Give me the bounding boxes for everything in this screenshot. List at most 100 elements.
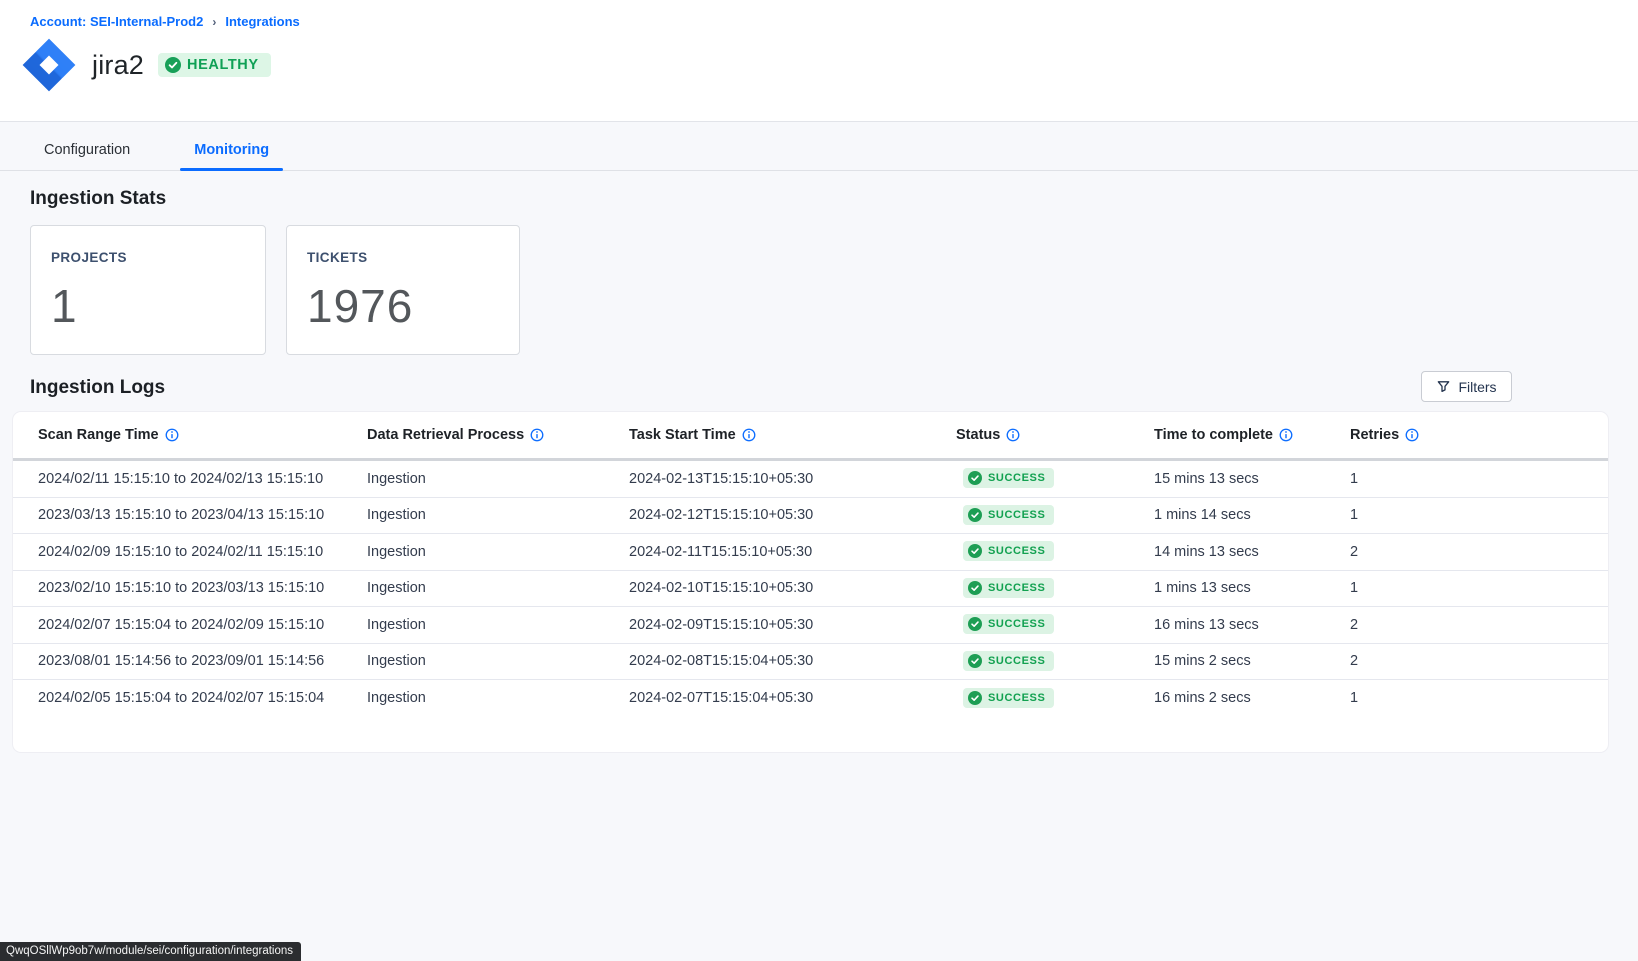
info-icon[interactable] [742,428,756,442]
check-circle-icon [968,691,982,705]
column-label: Status [956,427,1000,443]
cell-task-start-time: 2024-02-10T15:15:10+05:30 [629,580,956,596]
info-icon[interactable] [165,428,179,442]
check-circle-icon [968,581,982,595]
cell-status: SUCCESS [956,614,1154,635]
cell-time-to-complete: 1 mins 13 secs [1154,580,1350,596]
status-badge: SUCCESS [963,505,1054,525]
table-row[interactable]: 2024/02/05 15:15:04 to 2024/02/07 15:15:… [13,680,1608,717]
column-label: Data Retrieval Process [367,427,524,443]
status-badge-label: SUCCESS [988,655,1045,667]
filters-button[interactable]: Filters [1421,371,1512,402]
info-icon[interactable] [1279,428,1293,442]
info-icon[interactable] [1006,428,1020,442]
cell-retries: 1 [1350,580,1608,596]
status-badge: SUCCESS [963,578,1054,598]
column-header-status: Status [956,427,1154,443]
stat-card-projects: PROJECTS 1 [30,225,266,355]
cell-status: SUCCESS [956,578,1154,599]
cell-time-to-complete: 16 mins 13 secs [1154,617,1350,633]
check-circle-icon [968,544,982,558]
page-title: jira2 [92,50,144,81]
cell-task-start-time: 2024-02-13T15:15:10+05:30 [629,471,956,487]
cell-status: SUCCESS [956,541,1154,562]
check-circle-icon [968,508,982,522]
tab-monitoring[interactable]: Monitoring [180,132,283,170]
info-icon[interactable] [530,428,544,442]
cell-data-retrieval-process: Ingestion [367,471,629,487]
stat-label-projects: PROJECTS [51,250,245,265]
cell-data-retrieval-process: Ingestion [367,617,629,633]
table-body: 2024/02/11 15:15:10 to 2024/02/13 15:15:… [13,461,1608,717]
table-row[interactable]: 2023/08/01 15:14:56 to 2023/09/01 15:14:… [13,644,1608,681]
cell-scan-range-time: 2023/02/10 15:15:10 to 2023/03/13 15:15:… [38,580,367,596]
cell-time-to-complete: 14 mins 13 secs [1154,544,1350,560]
cell-scan-range-time: 2023/08/01 15:14:56 to 2023/09/01 15:14:… [38,653,367,669]
stat-card-tickets: TICKETS 1976 [286,225,520,355]
stat-label-tickets: TICKETS [307,250,499,265]
status-badge: SUCCESS [963,651,1054,671]
status-badge-label: SUCCESS [988,692,1045,704]
cell-retries: 1 [1350,471,1608,487]
table-row[interactable]: 2023/02/10 15:15:10 to 2023/03/13 15:15:… [13,571,1608,608]
cell-retries: 1 [1350,690,1608,706]
tabs-bar: Configuration Monitoring [0,131,1638,171]
link-preview-status-bar: QwqOSllWp9ob7w/module/sei/configuration/… [0,942,301,961]
cell-scan-range-time: 2024/02/05 15:15:04 to 2024/02/07 15:15:… [38,690,367,706]
cell-retries: 2 [1350,544,1608,560]
ingestion-stats-title: Ingestion Stats [30,188,166,210]
cell-scan-range-time: 2024/02/11 15:15:10 to 2024/02/13 15:15:… [38,471,367,487]
status-badge-label: SUCCESS [988,509,1045,521]
breadcrumb-chevron-icon: › [212,15,216,29]
cell-status: SUCCESS [956,468,1154,489]
breadcrumb-account-link[interactable]: Account: SEI-Internal-Prod2 [30,14,203,29]
column-label: Retries [1350,427,1399,443]
column-header-scan-range: Scan Range Time [38,427,367,443]
info-icon[interactable] [1405,428,1419,442]
health-status-badge: HEALTHY [158,53,271,77]
table-row[interactable]: 2024/02/07 15:15:04 to 2024/02/09 15:15:… [13,607,1608,644]
check-circle-icon [165,57,181,73]
cell-scan-range-time: 2024/02/07 15:15:04 to 2024/02/09 15:15:… [38,617,367,633]
breadcrumb: Account: SEI-Internal-Prod2 › Integratio… [30,14,300,29]
table-header-row: Scan Range Time Data Retrieval Process T… [13,412,1608,461]
table-row[interactable]: 2024/02/09 15:15:10 to 2024/02/11 15:15:… [13,534,1608,571]
column-header-time-to-complete: Time to complete [1154,427,1350,443]
column-header-process: Data Retrieval Process [367,427,629,443]
stat-value-projects: 1 [51,279,245,333]
cell-task-start-time: 2024-02-12T15:15:10+05:30 [629,507,956,523]
cell-time-to-complete: 16 mins 2 secs [1154,690,1350,706]
cell-status: SUCCESS [956,505,1154,526]
cell-task-start-time: 2024-02-08T15:15:04+05:30 [629,653,956,669]
filter-funnel-icon [1436,379,1451,394]
cell-data-retrieval-process: Ingestion [367,507,629,523]
cell-data-retrieval-process: Ingestion [367,653,629,669]
status-badge: SUCCESS [963,541,1054,561]
status-badge-label: SUCCESS [988,618,1045,630]
check-circle-icon [968,471,982,485]
jira-logo-icon [20,36,78,94]
page-header: Account: SEI-Internal-Prod2 › Integratio… [0,0,1638,122]
filters-button-label: Filters [1458,379,1496,395]
check-circle-icon [968,617,982,631]
status-badge-label: SUCCESS [988,545,1045,557]
status-badge: SUCCESS [963,468,1054,488]
column-header-task-start: Task Start Time [629,427,956,443]
check-circle-icon [968,654,982,668]
breadcrumb-integrations-link[interactable]: Integrations [225,14,299,29]
status-badge-label: SUCCESS [988,472,1045,484]
status-badge-label: SUCCESS [988,582,1045,594]
cell-retries: 1 [1350,507,1608,523]
cell-time-to-complete: 15 mins 13 secs [1154,471,1350,487]
cell-time-to-complete: 15 mins 2 secs [1154,653,1350,669]
cell-task-start-time: 2024-02-09T15:15:10+05:30 [629,617,956,633]
table-row[interactable]: 2024/02/11 15:15:10 to 2024/02/13 15:15:… [13,461,1608,498]
table-row[interactable]: 2023/03/13 15:15:10 to 2023/04/13 15:15:… [13,498,1608,535]
cell-retries: 2 [1350,617,1608,633]
cell-status: SUCCESS [956,688,1154,709]
tab-configuration[interactable]: Configuration [30,132,144,170]
column-label: Time to complete [1154,427,1273,443]
status-badge: SUCCESS [963,614,1054,634]
cell-status: SUCCESS [956,651,1154,672]
cell-task-start-time: 2024-02-07T15:15:04+05:30 [629,690,956,706]
